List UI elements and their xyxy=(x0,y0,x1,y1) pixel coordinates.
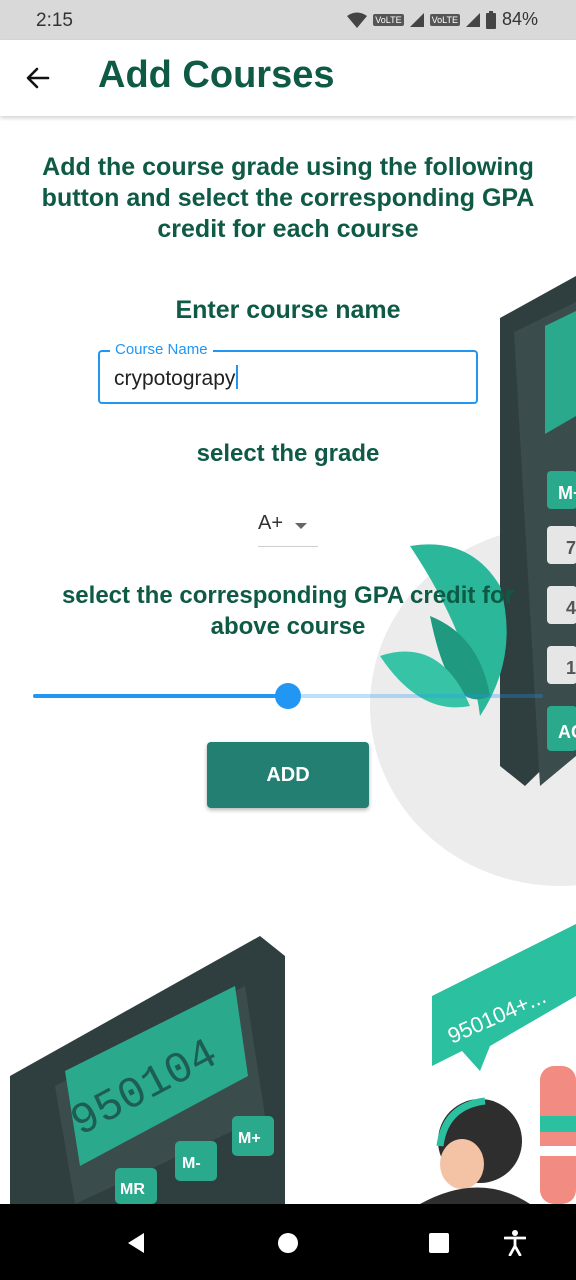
navigation-bar xyxy=(0,1204,576,1280)
credit-heading: select the corresponding GPA credit for … xyxy=(61,582,515,640)
volte-badge: VoLTE xyxy=(429,13,460,26)
text-cursor xyxy=(236,365,239,389)
status-bar: 2:15 VoLTE VoLTE 84% xyxy=(0,0,576,40)
volte-badge: VoLTE xyxy=(373,13,404,26)
calculator-illustration: M+ 7 4 1 AC 950104 M+ M- MR 950104+... xyxy=(10,276,576,1204)
accessibility-icon[interactable] xyxy=(504,1230,526,1256)
wifi-icon xyxy=(347,12,368,28)
course-name-field-label: Course Name xyxy=(110,341,213,358)
calc-key-label: M- xyxy=(182,1155,201,1172)
status-time: 2:15 xyxy=(36,10,73,31)
back-triangle-icon[interactable] xyxy=(126,1232,146,1254)
grade-dropdown[interactable]: A+ xyxy=(258,508,318,547)
recents-square-icon[interactable] xyxy=(429,1233,449,1253)
slider-thumb[interactable] xyxy=(275,683,301,709)
calc-key-label: MR xyxy=(120,1181,145,1198)
course-name-heading: Enter course name xyxy=(175,296,401,324)
signal-icon xyxy=(465,12,480,27)
home-circle-icon[interactable] xyxy=(278,1233,298,1253)
page-title: Add Courses xyxy=(98,54,335,96)
battery-percent: 84% xyxy=(501,9,538,29)
arrow-back-icon[interactable] xyxy=(24,64,52,92)
calc-key-label: 7 xyxy=(566,538,576,558)
battery-icon xyxy=(485,10,496,29)
add-button[interactable]: ADD xyxy=(207,742,369,808)
dropdown-arrow-icon xyxy=(295,523,307,529)
calc-key-label: 4 xyxy=(566,598,576,618)
status-icons: VoLTE VoLTE 84% xyxy=(347,9,538,30)
course-name-input-value[interactable]: crypotograpy xyxy=(114,367,235,390)
calc-key-label: AC xyxy=(558,722,576,742)
calc-key-label: M+ xyxy=(238,1130,261,1147)
grade-heading: select the grade xyxy=(196,440,380,467)
calc-key-label: M+ xyxy=(558,483,576,503)
intro-text: Add the course grade using the following… xyxy=(41,153,535,243)
calc-key-label: 1 xyxy=(566,658,576,678)
slider-track-active xyxy=(33,694,288,698)
course-name-field[interactable]: Course Name crypotograpy xyxy=(98,341,478,404)
grade-dropdown-value: A+ xyxy=(258,512,284,534)
main-content: M+ 7 4 1 AC 950104 M+ M- MR 950104+... xyxy=(0,116,576,1204)
gpa-credit-slider[interactable] xyxy=(33,678,543,714)
app-bar: Add Courses xyxy=(0,40,576,116)
signal-icon xyxy=(409,12,424,27)
